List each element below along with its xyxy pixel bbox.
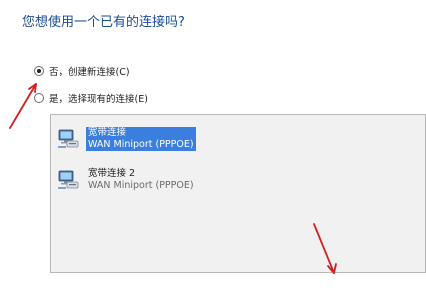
option-create-new[interactable]: 否，创建新连接(C): [34, 64, 130, 78]
connection-device-2: WAN Miniport (PPPOE): [88, 180, 194, 191]
connection-device-1: WAN Miniport (PPPOE): [86, 139, 196, 151]
connection-item-2[interactable]: 宽带连接 2 WAN Miniport (PPPOE): [56, 168, 196, 192]
connection-item-1[interactable]: 宽带连接 WAN Miniport (PPPOE): [56, 127, 196, 151]
network-connection-icon: [58, 129, 79, 148]
network-connection-icon: [58, 170, 79, 189]
option-use-existing[interactable]: 是，选择现有的连接(E): [34, 91, 148, 105]
connection-name-1: 宽带连接: [86, 127, 196, 139]
option-create-new-label: 否，创建新连接(C): [49, 67, 130, 78]
radio-create-new[interactable]: [34, 66, 44, 76]
connection-list[interactable]: 宽带连接 WAN Miniport (PPPOE) 宽带连接 2 WAN Min…: [50, 114, 426, 273]
annotation-arrow-left: [9, 83, 37, 129]
radio-use-existing[interactable]: [34, 93, 44, 103]
connection-name-2: 宽带连接 2: [88, 168, 136, 179]
option-use-existing-label: 是，选择现有的连接(E): [49, 94, 148, 105]
dialog-question: 您想使用一个已有的连接吗?: [22, 15, 185, 30]
